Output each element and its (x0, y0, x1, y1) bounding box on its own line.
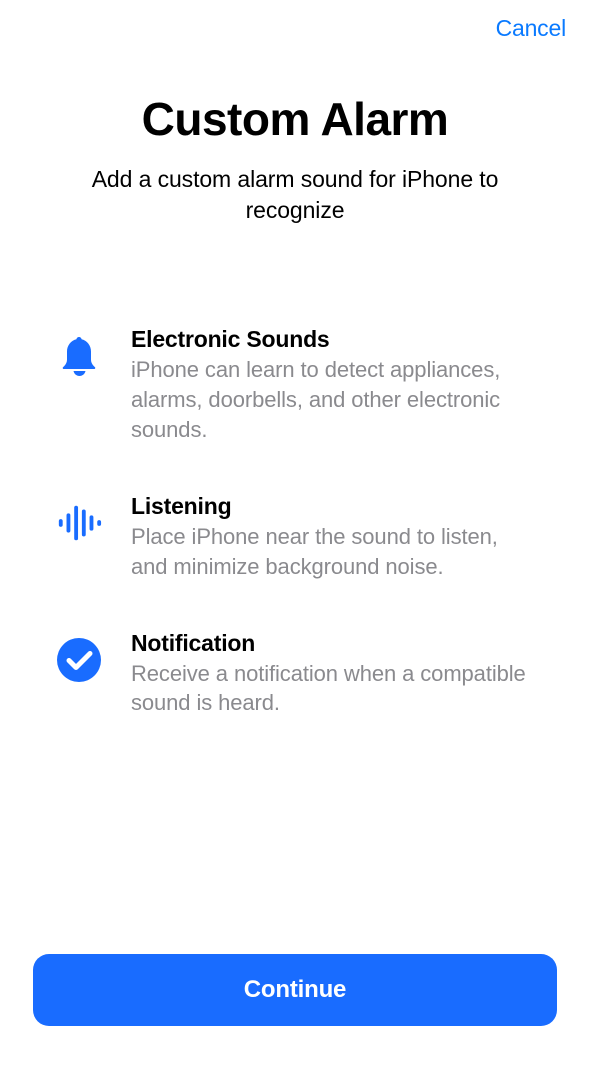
header: Custom Alarm Add a custom alarm sound fo… (0, 92, 590, 226)
nav-bar: Cancel (0, 0, 590, 56)
waveform-icon (55, 499, 103, 547)
feature-title: Notification (131, 630, 535, 657)
feature-desc: iPhone can learn to detect appliances, a… (131, 355, 535, 445)
feature-text: Electronic Sounds iPhone can learn to de… (131, 326, 535, 445)
feature-item-listening: Listening Place iPhone near the sound to… (55, 493, 535, 582)
page-title: Custom Alarm (40, 92, 550, 146)
bell-icon (55, 332, 103, 380)
feature-desc: Place iPhone near the sound to listen, a… (131, 522, 535, 582)
feature-title: Electronic Sounds (131, 326, 535, 353)
cancel-button[interactable]: Cancel (496, 15, 566, 42)
feature-item-electronic-sounds: Electronic Sounds iPhone can learn to de… (55, 326, 535, 445)
feature-text: Listening Place iPhone near the sound to… (131, 493, 535, 582)
continue-button[interactable]: Continue (33, 954, 557, 1026)
feature-desc: Receive a notification when a compatible… (131, 659, 535, 719)
feature-text: Notification Receive a notification when… (131, 630, 535, 719)
checkmark-circle-icon (55, 636, 103, 684)
footer: Continue (33, 954, 557, 1026)
feature-item-notification: Notification Receive a notification when… (55, 630, 535, 719)
feature-title: Listening (131, 493, 535, 520)
feature-list: Electronic Sounds iPhone can learn to de… (55, 326, 535, 766)
page-subtitle: Add a custom alarm sound for iPhone to r… (40, 164, 550, 226)
